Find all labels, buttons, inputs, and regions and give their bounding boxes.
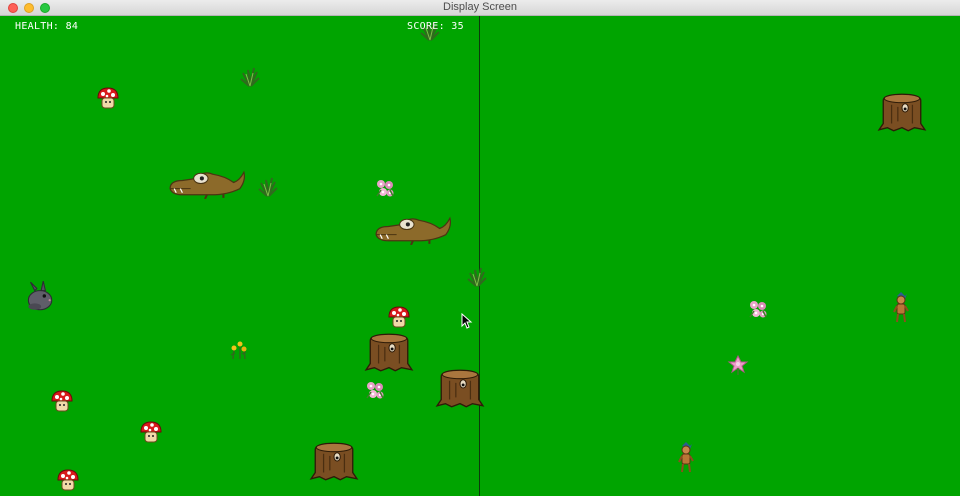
grass-tuft-sprite bbox=[256, 174, 280, 198]
gray-bunny-sprite bbox=[22, 280, 56, 314]
tree-stump-sprite bbox=[309, 439, 359, 481]
tree-stump-sprite bbox=[435, 366, 485, 408]
right-game-view[interactable] bbox=[480, 16, 960, 496]
score-readout: SCORE: 35 bbox=[407, 21, 464, 32]
title-bar[interactable]: Display Screen bbox=[0, 0, 960, 16]
mushroom-sprite bbox=[96, 86, 120, 110]
health-readout: HEALTH: 84 bbox=[15, 21, 79, 32]
pink-flower-sprite bbox=[363, 378, 387, 402]
left-game-view[interactable] bbox=[0, 16, 479, 496]
grass-tuft-sprite bbox=[465, 264, 489, 288]
tree-stump-sprite bbox=[364, 330, 414, 372]
goblin-sprite bbox=[893, 292, 909, 324]
goblin-sprite bbox=[678, 442, 694, 474]
tree-stump-sprite bbox=[877, 90, 927, 132]
crocodile-sprite bbox=[166, 166, 248, 199]
mushroom-sprite bbox=[50, 389, 74, 413]
pink-flower-sprite bbox=[373, 176, 397, 200]
pink-flower-sprite bbox=[746, 297, 770, 321]
mushroom-sprite bbox=[387, 305, 411, 329]
mushroom-sprite bbox=[56, 468, 80, 492]
window-title: Display Screen bbox=[443, 1, 517, 13]
yellow-flowers-sprite bbox=[227, 337, 251, 361]
grass-tuft-sprite bbox=[238, 64, 262, 88]
pink-flower-sprite bbox=[726, 352, 750, 376]
mushroom-sprite bbox=[139, 420, 163, 444]
split-divider bbox=[479, 16, 480, 496]
mouse-cursor-icon bbox=[461, 313, 473, 329]
game-window: Display Screen HEALTH: 84 SCORE: 35 bbox=[0, 0, 960, 496]
crocodile-sprite bbox=[372, 212, 454, 245]
